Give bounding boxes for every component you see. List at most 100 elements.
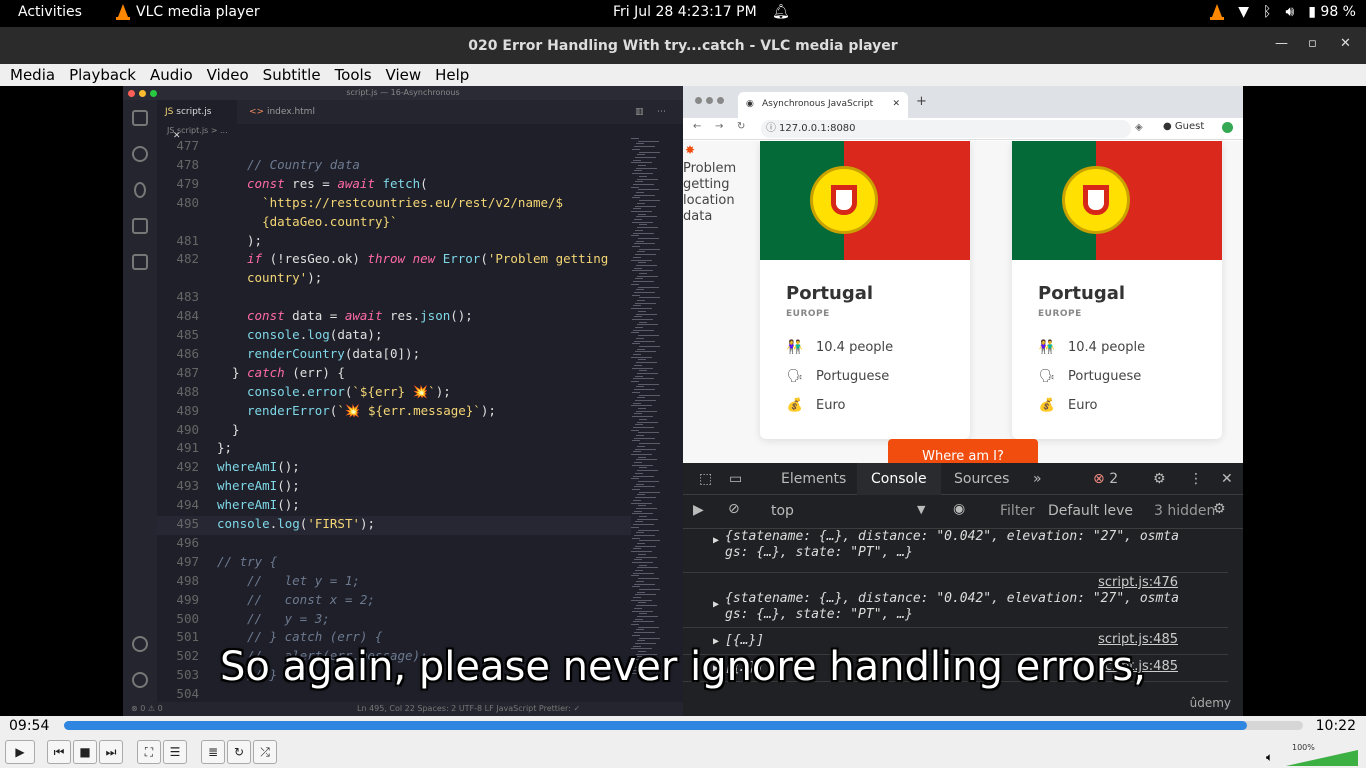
minimap-line [635, 229, 643, 231]
more-tabs-icon: » [1033, 471, 1042, 487]
language-row: 🗣 Portuguese [786, 369, 890, 384]
minimap-line [635, 521, 643, 523]
code-line: 490} [157, 422, 631, 441]
volume-fill [1286, 750, 1358, 766]
code-editor: 477 478 // Country data 479 const res = awai… [157, 138, 631, 701]
code-text: // } catch (err) { [247, 629, 383, 645]
menu-help[interactable]: Help [435, 64, 469, 86]
window-title: 020 Error Handling With try...catch - VL… [468, 38, 898, 54]
code-line: country'); [157, 270, 631, 289]
menu-audio[interactable]: Audio [150, 64, 193, 86]
playlist-button[interactable]: ≣ [201, 740, 225, 764]
play-button[interactable]: ▶ [5, 740, 35, 764]
close-button[interactable]: ✕ [1340, 36, 1351, 51]
extensions-icon [132, 254, 148, 270]
explosion-icon: ✸ [685, 143, 696, 157]
code-text: country'); [247, 270, 323, 286]
maximize-button[interactable]: ▫ [1308, 36, 1317, 51]
minimap-line [636, 435, 644, 436]
code-line: 489 renderError(`💥 ${err.message}`); [157, 403, 631, 422]
explorer-icon [132, 110, 148, 126]
fullscreen-button[interactable]: ⛶ [137, 740, 161, 764]
code-line: 487} catch (err) { [157, 365, 631, 384]
profile-name: Guest [1174, 121, 1205, 132]
minimize-button[interactable]: — [1275, 36, 1288, 51]
notification-bell-icon[interactable]: 🔔︎ [772, 4, 790, 20]
sidebar-toggle-icon: ▶ [693, 502, 704, 518]
code-line: 500 // y = 3; [157, 611, 631, 630]
minimap-line [632, 610, 653, 612]
minimap-line [638, 335, 659, 337]
minimap-line [637, 445, 645, 447]
minimap-line [633, 232, 654, 234]
code-text: }; [217, 440, 233, 456]
minimap-line [632, 440, 640, 442]
minimap-line [637, 202, 645, 204]
code-line: 482 if (!resGeo.ok) throw new Error('Prob… [157, 251, 631, 270]
line-number: 501 [176, 629, 199, 645]
info-icon: ⓘ [766, 123, 776, 134]
source-control-icon [134, 182, 146, 198]
money-bag-icon: 💰 [786, 398, 804, 413]
next-button[interactable]: ⏭ [99, 740, 123, 764]
extended-settings-button[interactable]: ☰ [163, 740, 187, 764]
minimap-line [634, 146, 655, 148]
stop-button[interactable]: ■ [73, 740, 97, 764]
minimap-line [636, 240, 644, 242]
speaking-head-icon: 🗣 [1038, 369, 1056, 384]
minimap-line [635, 351, 656, 353]
minimap-line [638, 310, 646, 312]
menu-tools[interactable]: Tools [335, 64, 372, 86]
previous-button[interactable]: ⏮ [47, 740, 71, 764]
menu-view[interactable]: View [386, 64, 422, 86]
minimap-line [638, 432, 659, 434]
search-icon [132, 146, 148, 162]
system-tray[interactable]: ▼ ᛒ 🔊︎ ▮ 98 % [1210, 4, 1356, 20]
minimap-line [631, 381, 639, 382]
code-line: 488 console.error(`${err} 💥`); [157, 384, 631, 403]
video-frame[interactable]: script.js — 16-Asynchronous JS script.js… [0, 86, 1366, 716]
minimap-line [638, 408, 646, 409]
clock[interactable]: Fri Jul 28 4:23:17 PM [613, 4, 757, 20]
currency-row: 💰 Euro [1038, 398, 1098, 413]
activities-button[interactable]: Activities [18, 4, 82, 20]
minimap-line [639, 613, 647, 615]
code-text: if (!resGeo.ok) throw new Error('Problem… [247, 251, 609, 267]
minimap-line [632, 416, 653, 418]
minimap-line [637, 421, 658, 423]
code-text: // const x = 2; [247, 591, 375, 607]
minimap-line [632, 221, 653, 223]
code-line: 479 const res = await fetch( [157, 176, 631, 195]
minimap-line [631, 429, 639, 431]
loop-button[interactable]: ↻ [227, 740, 251, 764]
seek-slider[interactable] [64, 721, 1303, 730]
console-log-entry: script.js:476 ▶ {statename: {…}, distanc… [683, 573, 1228, 628]
volume-slider[interactable] [1286, 750, 1358, 766]
line-number: 496 [176, 534, 199, 550]
minimap-line [633, 499, 641, 501]
context-selector: top [771, 503, 794, 519]
speaker-icon[interactable]: 🔈︎ [1266, 750, 1273, 765]
minimap-line [635, 254, 656, 256]
menu-video[interactable]: Video [207, 64, 249, 86]
minimap-line [636, 507, 657, 509]
vlc-tray-icon[interactable] [1210, 4, 1225, 20]
minimap-line [633, 572, 654, 574]
minimap-line [631, 356, 652, 358]
minimap-line [633, 402, 641, 404]
app-menu[interactable]: VLC media player [116, 4, 260, 20]
menu-playback[interactable]: Playback [69, 64, 136, 86]
menu-media[interactable]: Media [10, 64, 55, 86]
minimap-line [631, 624, 639, 625]
minimap-line [631, 575, 639, 577]
minimap-line [639, 273, 647, 274]
line-number: 481 [176, 232, 199, 248]
menu-subtitle[interactable]: Subtitle [263, 64, 321, 86]
elapsed-time[interactable]: 09:54 [9, 718, 49, 734]
total-time[interactable]: 10:22 [1316, 718, 1356, 734]
minimap-line [633, 524, 654, 526]
minimap-line [632, 173, 653, 175]
status-info: Ln 495, Col 22 Spaces: 2 UTF-8 LF JavaSc… [357, 704, 581, 713]
zoom-dot-icon [717, 97, 724, 104]
shuffle-button[interactable]: ⤮ [253, 740, 277, 764]
